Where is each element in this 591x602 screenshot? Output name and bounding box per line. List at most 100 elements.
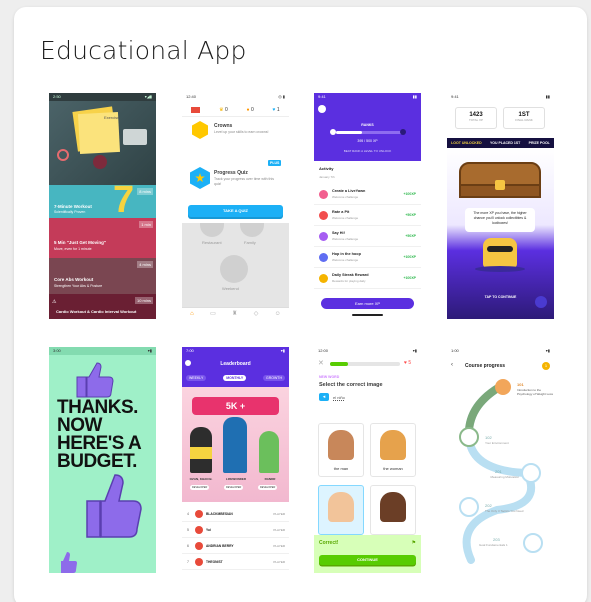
screenshot-budget-app[interactable]: 3:00 ▾▮ THANKS. NOW HERE'S A BUDGET.	[49, 347, 156, 573]
ranking-row[interactable]: 4 BLACKMBESIAN PLAYER	[182, 507, 289, 522]
activity-icon	[319, 190, 328, 199]
screenshot-course-progress[interactable]: 1:00 ▾▮ ‹ Course progress 1 101 Introduct…	[447, 347, 554, 573]
home-icon[interactable]: ⌂	[190, 311, 194, 317]
podium-tag: DEVELOPER	[224, 485, 244, 490]
leaderboard-header: 7:00 ▾▮ Leaderboard WEEKLY MONTHLY GROWTH	[182, 347, 289, 387]
workout-subtitle: Strengthen Your Abs & Posture	[54, 284, 103, 288]
speaker-icon[interactable]: ◂	[319, 393, 329, 401]
question: Select the correct image	[319, 382, 383, 388]
option-card[interactable]: the man	[318, 423, 364, 477]
earn-xp-button[interactable]: Earn more XP	[321, 298, 414, 309]
screenshot-workout-app[interactable]: 2:50 ▾◢▮ Exercise 7 8 mins 7-Minute Worko…	[49, 93, 156, 319]
option-card[interactable]: the woman	[370, 423, 416, 477]
thumbs-up-large-icon	[86, 474, 142, 538]
avatar-figure	[223, 417, 247, 473]
avatar	[195, 558, 203, 566]
battery-icon: ▾▮	[545, 348, 550, 353]
workout-item-7-minute[interactable]: 7 8 mins 7-Minute Workout Scientifically…	[49, 181, 156, 219]
activity-title: Hop in the hoop	[332, 252, 361, 256]
goggles-icon	[487, 246, 513, 252]
status-bar: 12:40 ◎ ▮	[182, 93, 289, 101]
plus-badge: PLUS	[268, 160, 282, 166]
continue-button[interactable]: CONTINUE	[319, 555, 416, 565]
lesson-node[interactable]	[521, 463, 541, 483]
close-icon[interactable]: ✕	[318, 359, 324, 367]
player-name: THEONIST	[206, 560, 223, 564]
shield-icon[interactable]: ◇	[254, 310, 259, 317]
back-icon[interactable]: ‹	[451, 362, 453, 368]
screenshot-duolingo-profile[interactable]: 12:40 ◎ ▮ ♛ 0 ● 0 ♥ 1 Crowns Level up you…	[182, 93, 289, 319]
workout-subtitle: Move, even for 1 minute	[54, 247, 92, 251]
total-xp-label: TOTAL XP	[468, 118, 484, 122]
man-illustration	[328, 430, 354, 460]
flag-icon	[191, 106, 201, 113]
take-quiz-button[interactable]: TAKE A QUIZ	[188, 205, 283, 217]
option-card-selected[interactable]	[318, 485, 364, 535]
option-label: the woman	[383, 466, 403, 471]
podium-name: OZAN, KHAN B.	[189, 477, 213, 481]
skill-circle[interactable]	[200, 223, 224, 237]
lesson-label: The Only 3 Tactics You Need	[485, 509, 524, 513]
avatar	[195, 542, 203, 550]
avatar	[195, 510, 203, 518]
thumbs-up-small-icon	[61, 552, 77, 573]
screenshot-treasure-chest[interactable]: 9:41 ▮▮ 1423 TOTAL XP 1ST FINAL RANK LOOT…	[447, 93, 554, 319]
hearts-stat: ♥ 1	[272, 107, 279, 113]
activity-row[interactable]: Daily Streak Reward Rewards for playing d…	[314, 269, 421, 289]
lesson-number: 203	[493, 537, 500, 542]
xp-label: 395 / 500 XP	[357, 139, 378, 143]
skill-circle[interactable]	[240, 223, 264, 237]
lesson-number: 201	[495, 469, 502, 474]
banner-item: LOOT UNLOCKED	[451, 141, 482, 145]
banner-item: YOU PLACED 1ST	[489, 141, 521, 145]
lesson-node[interactable]	[459, 427, 479, 447]
banner: LOOT UNLOCKED YOU PLACED 1ST PRIZE POOL	[447, 138, 554, 148]
screenshot-leaderboard[interactable]: 7:00 ▾▮ Leaderboard WEEKLY MONTHLY GROWTH…	[182, 347, 289, 573]
skill-label: Weekend	[222, 286, 239, 291]
activity-xp: +100XP	[403, 192, 416, 196]
ranking-row[interactable]: 6 ANDRIAN BERRY PLAYER	[182, 539, 289, 554]
workout-item-cardio[interactable]: 10 mins ⚠ Cardio Workout & Cardio Interv…	[49, 294, 156, 319]
player-name: BLACKMBESIAN	[206, 512, 233, 516]
tab-growth[interactable]: GROWTH	[263, 375, 285, 381]
player-name: ANDRIAN BERRY	[206, 544, 234, 548]
hearts-count: 5	[408, 360, 412, 366]
donut-icon	[57, 149, 69, 161]
battery-icon: ▾▮	[147, 348, 152, 353]
tab-monthly[interactable]: MONTHLY	[223, 375, 247, 381]
lesson-node[interactable]	[459, 497, 479, 517]
tab-weekly[interactable]: WEEKLY	[186, 375, 207, 381]
battery-icon: ▮▮	[412, 94, 417, 99]
activity-row[interactable]: Hop in the hoop Welcome challenge +100XP	[314, 248, 421, 268]
lesson-node[interactable]	[495, 379, 511, 395]
status-time: 2:50	[53, 94, 61, 99]
screenshot-xp-activity[interactable]: 9:41 ▮▮ RANKS 395 / 500 XP BEAT RANK A LE…	[314, 93, 421, 319]
ranking-row[interactable]: 5 Yui PLAYER	[182, 523, 289, 538]
activity-row[interactable]: Say Hi! Welcome challenge +50XP	[314, 227, 421, 247]
book-icon[interactable]: ▭	[210, 310, 216, 317]
activity-row[interactable]: Create a LiveYawn Welcome challenge +100XP	[314, 185, 421, 205]
back-icon[interactable]	[318, 105, 326, 113]
podium-name: LIFEWONDER	[225, 477, 247, 481]
skill-circle[interactable]	[220, 255, 248, 283]
screenshot-duolingo-quiz[interactable]: 12:00 ▾▮ ✕ ♥ 5 NEW WORD Select the correc…	[314, 347, 421, 573]
workout-item-core-abs[interactable]: 4 mins Core Abs Workout Strengthen Your …	[49, 258, 156, 294]
workout-item-just-get-moving[interactable]: 1 min 5 Min "Just Get Moving" Move, even…	[49, 218, 156, 258]
avatar-icon[interactable]	[535, 296, 547, 308]
crown-count: 0	[225, 106, 228, 113]
activity-row[interactable]: Rate a Pit Welcome challenge +50XP	[314, 206, 421, 226]
battery-icon: ▮▮	[545, 94, 550, 99]
profile-icon[interactable]: ☺	[275, 311, 281, 317]
skill-tree-overlay: Restaurant Family Weekend	[182, 223, 289, 309]
flag-icon[interactable]: ⚑	[412, 540, 416, 546]
option-card[interactable]	[370, 485, 416, 535]
thumbs-up-icon	[76, 362, 114, 398]
lesson-node[interactable]	[523, 533, 543, 553]
ranking-row[interactable]: 7 THEONIST PLAYER	[182, 555, 289, 570]
activity-icon	[319, 274, 328, 283]
status-time: 1:00	[451, 348, 459, 353]
podium-name: RANDR	[264, 477, 276, 481]
trophy-icon[interactable]: ♜	[232, 310, 237, 317]
heart-count: 1	[276, 106, 280, 113]
lesson-label: Introduction to the Psychology of Weight…	[517, 388, 553, 396]
